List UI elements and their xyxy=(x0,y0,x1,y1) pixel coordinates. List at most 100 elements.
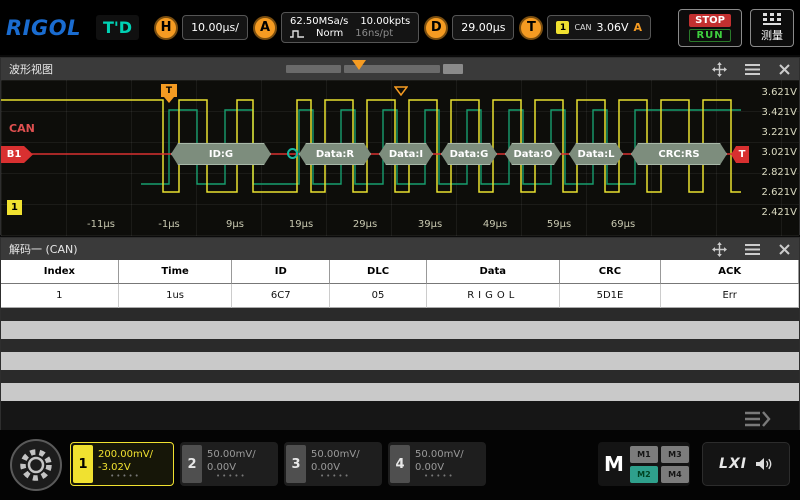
channel-1-tile[interactable]: 1 200.00mV/ -3.02V ••••• xyxy=(70,442,174,486)
channel-3-number: 3 xyxy=(286,445,306,483)
trigger-status-badge: T'D xyxy=(95,15,140,40)
waveform-traces xyxy=(1,99,741,193)
stop-run-button[interactable]: STOP RUN xyxy=(678,8,742,47)
waveform-view-panel: 波形视图 CAN B1 T T 1 ID:G Data:R Data:I Dat… xyxy=(0,57,800,236)
channel-1-number: 1 xyxy=(73,445,93,483)
acquisition-info-box[interactable]: 62.50MSa/s 10.00kpts Norm 16ns/pt xyxy=(281,12,420,43)
gesture-icon[interactable] xyxy=(712,61,727,77)
close-icon[interactable] xyxy=(778,243,791,256)
volt-label: 3.221V xyxy=(761,127,797,138)
time-label: 59μs xyxy=(546,219,572,230)
trigger-time-marker[interactable]: T xyxy=(161,84,177,103)
math-m3-button[interactable]: M3 xyxy=(660,445,689,463)
time-label: -11μs xyxy=(87,219,115,230)
trigger-knob-icon[interactable]: T xyxy=(519,15,544,40)
decode-block[interactable]: Data:O xyxy=(505,143,561,165)
oscilloscope-screen: RIGOL T'D H 10.00μs/ A 62.50MSa/s 10.00k… xyxy=(0,0,800,500)
time-label: 69μs xyxy=(610,219,636,230)
empty-row-gap xyxy=(1,339,799,352)
stop-label[interactable]: STOP xyxy=(689,13,731,27)
measure-button[interactable]: 测量 xyxy=(750,8,794,47)
timebase-value[interactable]: 10.00μs/ xyxy=(182,15,248,40)
volt-label: 3.421V xyxy=(761,107,797,118)
empty-row xyxy=(1,321,799,339)
volt-label: 3.621V xyxy=(761,87,797,98)
lxi-tile[interactable]: LXI xyxy=(702,442,790,486)
sample-interval: 16ns/pt xyxy=(355,28,394,39)
topbar-buttons: STOP RUN 测量 xyxy=(678,8,794,47)
decode-block[interactable]: Data:R xyxy=(299,143,371,165)
run-label[interactable]: RUN xyxy=(689,28,731,42)
trigger-group[interactable]: T 1 CAN 3.06V A xyxy=(519,15,652,40)
volt-label: 2.421V xyxy=(761,207,797,218)
empty-row xyxy=(1,383,799,401)
decode-block[interactable]: Data:G xyxy=(441,143,497,165)
pulse-icon xyxy=(290,29,304,39)
trigger-level: 3.06V xyxy=(596,21,629,34)
acquire-knob-icon[interactable]: A xyxy=(253,15,277,40)
decode-block[interactable]: CRC:RS xyxy=(631,143,727,165)
cell-crc: 5D1E xyxy=(559,284,662,308)
column-header: CRC xyxy=(559,260,662,284)
more-dots-icon: ••••• xyxy=(319,472,351,481)
decode-table-row[interactable]: 1 1us 6C7 05 RIGOL 5D1E Err xyxy=(1,284,799,308)
column-header: DLC xyxy=(330,260,427,284)
more-dots-icon: ••••• xyxy=(110,472,141,481)
channel-2-number: 2 xyxy=(182,445,202,483)
bottom-status-bar: 1 200.00mV/ -3.02V ••••• 2 50.00mV/ 0.00… xyxy=(0,430,800,500)
cell-index: 1 xyxy=(1,284,119,308)
empty-row xyxy=(1,352,799,370)
lxi-label: LXI xyxy=(719,456,747,472)
horizontal-group[interactable]: H 10.00μs/ xyxy=(154,15,248,40)
channel-3-scale: 50.00mV/ xyxy=(311,449,360,461)
memory-depth: 10.00kpts xyxy=(360,16,411,27)
column-header: Time xyxy=(118,260,233,284)
decode-block[interactable]: ID:G xyxy=(171,143,271,165)
math-tile[interactable]: M M1 M3 M2 M4 xyxy=(598,442,690,486)
decode-panel-title: 解码一 (CAN) xyxy=(9,243,78,256)
decode-panel: 解码一 (CAN) Index Time ID DLC Data CRC ACK xyxy=(0,237,800,442)
math-m1-button[interactable]: M1 xyxy=(629,445,658,463)
horizontal-position-strip[interactable] xyxy=(286,60,491,74)
channel-2-tile[interactable]: 2 50.00mV/ 0.00V ••••• xyxy=(180,442,278,486)
volt-label: 2.621V xyxy=(761,187,797,198)
decode-block[interactable]: Data:I xyxy=(379,143,433,165)
channel-4-scale: 50.00mV/ xyxy=(415,449,464,461)
cell-time: 1us xyxy=(118,284,233,308)
trigger-info-box[interactable]: 1 CAN 3.06V A xyxy=(547,15,652,40)
channel-4-tile[interactable]: 4 50.00mV/ 0.00V ••••• xyxy=(388,442,486,486)
column-header: ACK xyxy=(661,260,799,284)
cell-data: RIGOL xyxy=(426,284,560,308)
waveform-plot-area[interactable]: CAN B1 T T 1 ID:G Data:R Data:I Data:G D… xyxy=(1,80,799,236)
delay-knob-icon[interactable]: D xyxy=(424,15,449,40)
horizontal-knob-icon[interactable]: H xyxy=(154,15,179,40)
menu-icon[interactable] xyxy=(745,63,760,76)
channel-3-tile[interactable]: 3 50.00mV/ 0.00V ••••• xyxy=(284,442,382,486)
close-icon[interactable] xyxy=(778,63,791,76)
channel1-ground-marker[interactable]: 1 xyxy=(7,200,22,215)
decode-block[interactable]: Data:L xyxy=(569,143,623,165)
trigger-position-marker[interactable] xyxy=(352,60,366,70)
math-m2-button[interactable]: M2 xyxy=(629,465,658,483)
yellow-trace xyxy=(1,99,741,193)
sample-rate: 62.50MSa/s xyxy=(290,16,349,27)
delay-value[interactable]: 29.00μs xyxy=(452,15,515,40)
more-dots-icon: ••••• xyxy=(423,472,455,481)
time-label: -1μs xyxy=(158,219,180,230)
measure-keypad-icon xyxy=(763,12,781,25)
menu-icon[interactable] xyxy=(745,243,760,256)
time-label: 19μs xyxy=(288,219,314,230)
delay-group[interactable]: D 29.00μs xyxy=(424,15,515,40)
rigol-logo: RIGOL xyxy=(6,15,81,40)
time-label: 9μs xyxy=(226,219,244,230)
decode-panel-header: 解码一 (CAN) xyxy=(1,238,799,260)
top-status-bar: RIGOL T'D H 10.00μs/ A 62.50MSa/s 10.00k… xyxy=(0,0,800,55)
trigger-slope: A xyxy=(633,21,643,34)
volt-label: 2.821V xyxy=(761,167,797,178)
acquisition-group[interactable]: A 62.50MSa/s 10.00kpts Norm 16ns/pt xyxy=(253,12,420,43)
settings-gear-icon[interactable] xyxy=(10,439,62,491)
waveform-panel-header: 波形视图 xyxy=(1,58,799,80)
math-m4-button[interactable]: M4 xyxy=(660,465,689,483)
gesture-icon[interactable] xyxy=(712,241,727,257)
trigger-bus-type: CAN xyxy=(574,23,592,32)
